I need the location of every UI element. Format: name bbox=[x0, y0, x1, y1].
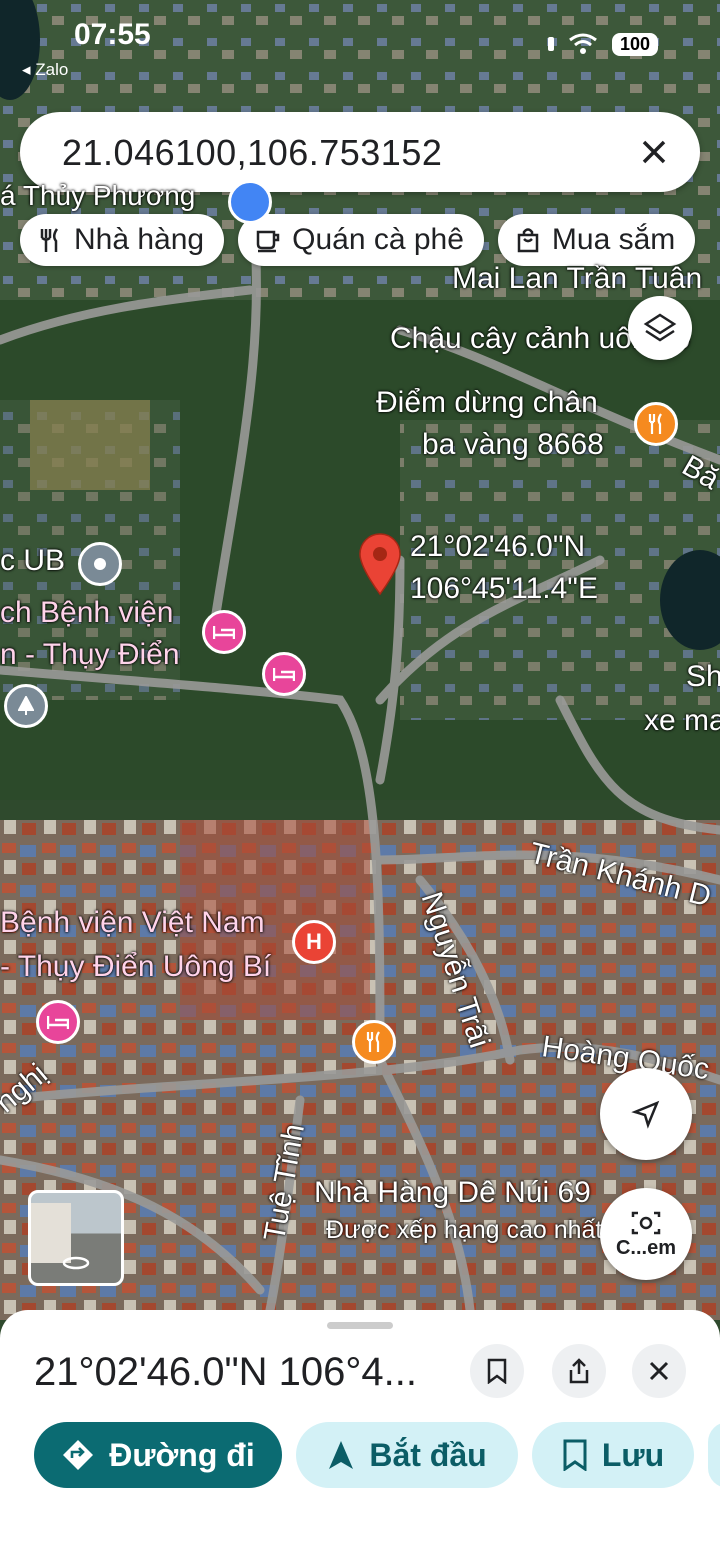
restaurant-poi-icon[interactable] bbox=[352, 1020, 396, 1064]
restaurant-poi-icon[interactable] bbox=[634, 402, 678, 446]
shopping-poi-icon[interactable] bbox=[228, 180, 272, 224]
hotel-poi-icon[interactable] bbox=[262, 652, 306, 696]
start-navigation-button[interactable]: Bắt đầu bbox=[296, 1422, 518, 1488]
dropped-pin-icon[interactable] bbox=[356, 532, 404, 596]
map-label: Nhà Hàng Dê Núi 69 bbox=[314, 1176, 591, 1209]
coffee-icon bbox=[256, 230, 280, 253]
chip-restaurants[interactable]: Nhà hàng bbox=[20, 214, 225, 266]
directions-label: Đường đi bbox=[109, 1436, 255, 1473]
signal-icon bbox=[547, 37, 554, 51]
map-label: Được xếp hạng cao nhất bbox=[326, 1216, 603, 1244]
hotel-poi-icon[interactable] bbox=[202, 610, 246, 654]
directions-icon bbox=[63, 1440, 94, 1470]
navigation-arrow-icon bbox=[329, 1441, 354, 1469]
chip-shopping[interactable]: Mua sắm bbox=[497, 214, 696, 266]
park-poi-icon[interactable] bbox=[4, 684, 48, 728]
pin-latitude-label: 21°02'46.0"N bbox=[410, 530, 586, 563]
camera-search-button[interactable]: C...em bbox=[600, 1188, 692, 1280]
chip-cafes[interactable]: Quán cà phê bbox=[238, 214, 484, 266]
clear-search-icon[interactable] bbox=[632, 130, 676, 174]
wifi-icon bbox=[569, 33, 597, 54]
map-label: Bệnh viện Việt Nam bbox=[0, 906, 265, 939]
rotate-360-icon bbox=[62, 1256, 90, 1270]
map-label: ba vàng 8668 bbox=[422, 428, 604, 461]
street-view-thumbnail[interactable] bbox=[28, 1190, 124, 1286]
map-label: á Thủy Phương bbox=[0, 180, 196, 211]
map-label: Mai Lan Trần Tuân bbox=[452, 262, 703, 295]
camera-button-label: C...em bbox=[615, 1236, 677, 1259]
map-label: Điểm dừng chân bbox=[376, 386, 598, 419]
drag-handle[interactable] bbox=[327, 1322, 393, 1329]
search-query[interactable]: 21.046100,106.753152 bbox=[62, 132, 442, 174]
layers-icon bbox=[643, 313, 677, 342]
status-icons: 100 bbox=[547, 32, 658, 56]
fork-knife-icon bbox=[40, 228, 59, 252]
navigation-arrow-icon bbox=[631, 1100, 660, 1129]
camera-lens-icon bbox=[631, 1211, 661, 1234]
map-label: Sh bbox=[686, 660, 720, 693]
map-label: c UB bbox=[0, 544, 66, 577]
map-label: ch Bệnh viện bbox=[0, 596, 174, 629]
shopping-bag-icon bbox=[517, 228, 539, 253]
status-time: 07:55 bbox=[74, 18, 151, 51]
hospital-poi-icon[interactable]: H bbox=[292, 920, 336, 964]
battery-indicator: 100 bbox=[611, 32, 658, 56]
layers-button[interactable] bbox=[628, 296, 692, 360]
map-label: n - Thụy Điển bbox=[0, 638, 180, 671]
chip-label: Nhà hàng bbox=[74, 223, 205, 256]
map-label: xe ma bbox=[644, 704, 720, 737]
save-bookmark-button[interactable] bbox=[470, 1344, 524, 1398]
bookmark-icon bbox=[563, 1439, 587, 1471]
share-button[interactable] bbox=[552, 1344, 606, 1398]
share-icon bbox=[569, 1358, 589, 1384]
save-label: Lưu bbox=[601, 1436, 665, 1473]
status-bar: 07:55 ◂ Zalo 100 bbox=[0, 0, 720, 90]
close-sheet-button[interactable] bbox=[632, 1344, 686, 1398]
close-icon bbox=[649, 1361, 669, 1381]
start-label: Bắt đầu bbox=[369, 1436, 487, 1473]
my-location-button[interactable] bbox=[600, 1068, 692, 1160]
category-chips: Nhà hàng Quán cà phê Mua sắm bbox=[20, 214, 696, 266]
pin-longitude-label: 106°45'11.4"E bbox=[410, 572, 598, 605]
back-app-label: Zalo bbox=[35, 60, 69, 79]
bookmark-icon bbox=[487, 1358, 507, 1384]
chip-label: Mua sắm bbox=[551, 223, 676, 256]
place-poi-icon[interactable] bbox=[78, 542, 122, 586]
place-bottom-sheet: 21°02'46.0"N 106°4... Đường đi Bắt đầu L… bbox=[0, 1310, 720, 1560]
directions-button[interactable]: Đường đi bbox=[34, 1422, 282, 1488]
hotel-poi-icon[interactable] bbox=[36, 1000, 80, 1044]
save-button[interactable]: Lưu bbox=[532, 1422, 694, 1488]
map-label: - Thụy Điển Uông Bí bbox=[0, 950, 272, 983]
chip-label: Quán cà phê bbox=[292, 223, 464, 256]
place-title: 21°02'46.0"N 106°4... bbox=[34, 1350, 417, 1394]
back-to-app-link[interactable]: ◂ Zalo bbox=[22, 60, 68, 80]
more-actions-peek[interactable] bbox=[708, 1422, 720, 1488]
